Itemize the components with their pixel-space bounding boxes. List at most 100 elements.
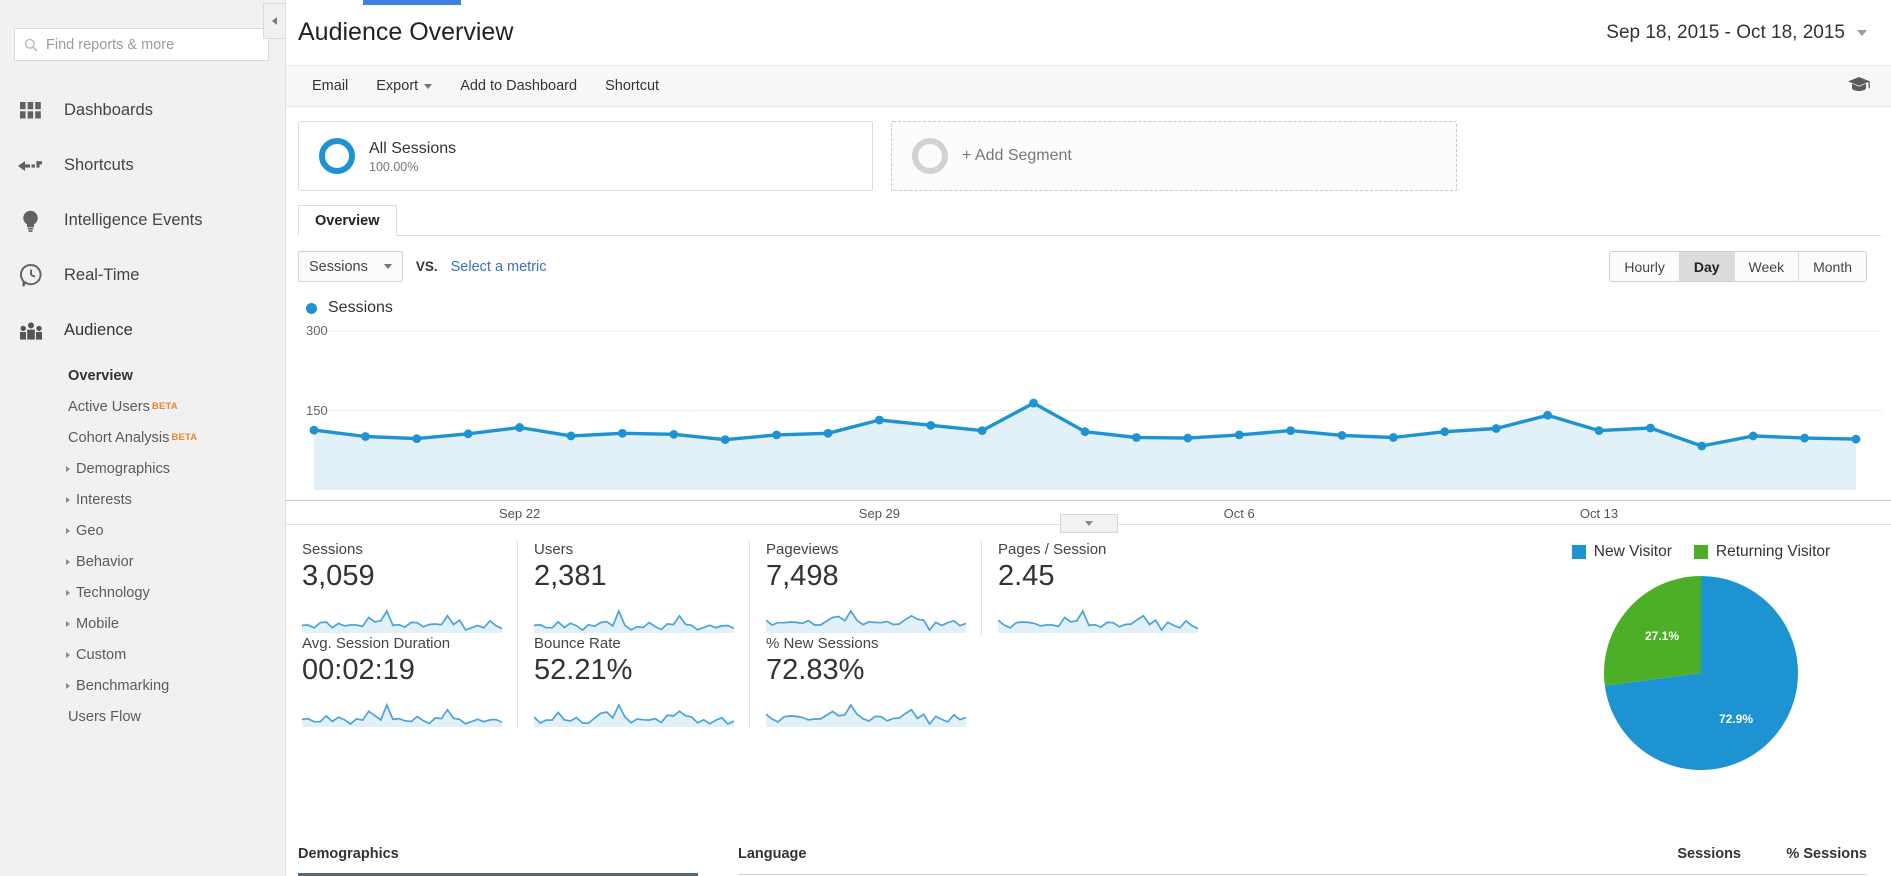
sidebar-item-technology[interactable]: Technology (0, 577, 285, 608)
sidebar-item-custom[interactable]: Custom (0, 639, 285, 670)
metric-label: Pageviews (766, 541, 839, 558)
granularity-month[interactable]: Month (1799, 252, 1866, 281)
metric-select-label: Sessions (309, 258, 368, 275)
sidebar-item-shortcuts[interactable]: Shortcuts (0, 138, 285, 193)
sidebar-item-audience[interactable]: Audience (0, 303, 285, 358)
shortcut-button[interactable]: Shortcut (591, 66, 673, 106)
page-header: Audience Overview Sep 18, 2015 - Oct 18,… (286, 0, 1891, 66)
sidebar-item-mobile[interactable]: Mobile (0, 608, 285, 639)
search-input[interactable] (46, 36, 259, 53)
graduation-cap-icon[interactable] (1847, 76, 1871, 97)
add-segment-label: + Add Segment (962, 147, 1072, 164)
granularity-week[interactable]: Week (1734, 252, 1800, 281)
sidebar-item-behavior[interactable]: Behavior (0, 546, 285, 577)
segment-bar: All Sessions 100.00% + Add Segment (286, 107, 1891, 191)
sidebar-item-geo[interactable]: Geo (0, 515, 285, 546)
metric-cards-row-2: Avg. Session Duration 00:02:19 Bounce Ra… (286, 635, 1491, 729)
date-range-label: Sep 18, 2015 - Oct 18, 2015 (1606, 21, 1845, 43)
sidebar-item-demographics[interactable]: Demographics (0, 453, 285, 484)
sidebar-item-cohort-analysis[interactable]: Cohort Analysis BETA (0, 422, 285, 453)
sidebar-item-users-flow[interactable]: Users Flow (0, 701, 285, 732)
sidebar-top-spacer (0, 0, 285, 10)
metric-card-pages-per-session[interactable]: Pages / Session 2.45 (982, 541, 1214, 635)
left-sidebar: Dashboards Shortcuts (0, 0, 286, 876)
arrow-left-dashed-icon (17, 159, 44, 173)
metric-select[interactable]: Sessions (298, 251, 403, 282)
chart-divider (286, 514, 1891, 533)
legend-label: New Visitor (1593, 543, 1672, 560)
chart-expand-button[interactable] (1059, 514, 1118, 533)
chevron-right-icon (66, 651, 70, 658)
pie-legend: New Visitor Returning Visitor (1511, 543, 1891, 561)
page-title: Audience Overview (298, 18, 514, 46)
metric-card-users[interactable]: Users 2,381 (518, 541, 750, 635)
sidebar-item-real-time[interactable]: Real-Time (0, 248, 285, 303)
people-icon (17, 321, 44, 340)
granularity-group: Hourly Day Week Month (1609, 251, 1867, 282)
metric-card-pageviews[interactable]: Pageviews 7,498 (750, 541, 982, 635)
chevron-down-icon (424, 83, 433, 89)
metric-value: 2,381 (534, 560, 607, 592)
metric-label: Sessions (302, 541, 363, 558)
sidebar-item-interests[interactable]: Interests (0, 484, 285, 515)
chevron-down-icon (1084, 521, 1093, 526)
report-tabs: Overview (298, 205, 1881, 236)
tab-overview[interactable]: Overview (298, 205, 397, 236)
select-a-metric-link[interactable]: Select a metric (451, 259, 547, 275)
sidebar-item-intelligence-events[interactable]: Intelligence Events (0, 193, 285, 248)
metric-card-sessions[interactable]: Sessions 3,059 (286, 541, 518, 635)
sparkline (302, 609, 502, 633)
dimension-header: Language (738, 846, 807, 862)
sessions-line-chart[interactable]: 300 150 (286, 323, 1891, 498)
metric-value: 52.21% (534, 654, 633, 686)
x-axis-tick: Oct 6 (1223, 506, 1255, 521)
metric-value: 7,498 (766, 560, 839, 592)
search-box[interactable] (14, 28, 269, 61)
sparkline (534, 608, 734, 633)
add-to-dashboard-button[interactable]: Add to Dashboard (446, 66, 591, 106)
sidebar-item-label: Dashboards (64, 101, 153, 119)
add-segment-button[interactable]: + Add Segment (891, 121, 1457, 191)
metric-selector-group: Sessions VS. Select a metric (298, 251, 547, 282)
demographics-tab-area[interactable]: Demographics (298, 832, 738, 876)
grid-icon (17, 102, 44, 119)
date-range-selector[interactable]: Sep 18, 2015 - Oct 18, 2015 (1606, 22, 1867, 44)
sub-item-label: Overview (68, 367, 133, 384)
y-axis-tick-150: 150 (306, 402, 328, 418)
metric-value: 3,059 (302, 560, 375, 592)
chevron-right-icon (66, 496, 70, 503)
email-button[interactable]: Email (298, 66, 362, 106)
granularity-day[interactable]: Day (1679, 252, 1735, 281)
pie-container: 72.9% 27.1% (1511, 573, 1891, 773)
granularity-hourly[interactable]: Hourly (1610, 252, 1680, 281)
table-divider (738, 874, 1867, 875)
chart-svg (309, 330, 1882, 490)
legend-label: Returning Visitor (1715, 543, 1831, 560)
sidebar-item-active-users[interactable]: Active Users BETA (0, 391, 285, 422)
legend-swatch (1693, 545, 1708, 559)
metric-card-bounce-rate[interactable]: Bounce Rate 52.21% (518, 635, 750, 729)
legend-dot-icon (306, 302, 317, 314)
segment-all-sessions[interactable]: All Sessions 100.00% (298, 121, 873, 191)
chevron-down-icon (1857, 29, 1867, 36)
export-button[interactable]: Export (362, 66, 446, 106)
sparkline (534, 703, 734, 727)
pie-label-new-visitor: 72.9% (1719, 712, 1754, 726)
x-axis-tick: Oct 13 (1579, 506, 1619, 521)
pie-legend-new-visitor: New Visitor (1571, 543, 1672, 561)
action-toolbar: Email Export Add to Dashboard Shortcut (286, 66, 1891, 107)
sub-item-label: Mobile (76, 615, 119, 632)
sidebar-item-benchmarking[interactable]: Benchmarking (0, 670, 285, 701)
primary-nav: Dashboards Shortcuts Intelligence Events… (0, 83, 285, 732)
sidebar-item-dashboards[interactable]: Dashboards (0, 83, 285, 138)
sidebar-item-label: Shortcuts (64, 156, 134, 174)
lightbulb-icon (17, 210, 44, 232)
visitor-type-pie-chart[interactable]: New Visitor Returning Visitor 72.9% 27.1… (1491, 541, 1891, 773)
metric-cards-row-1: Sessions 3,059 Users 2,381 Pageviews 7,4… (286, 541, 1491, 635)
add-segment-donut-icon (912, 138, 948, 174)
metric-card-avg-session-duration[interactable]: Avg. Session Duration 00:02:19 (286, 635, 518, 729)
metric-card-new-sessions[interactable]: % New Sessions 72.83% (750, 635, 982, 729)
sidebar-collapse-button[interactable] (263, 3, 285, 39)
sub-item-label: Interests (76, 491, 132, 508)
sidebar-item-overview[interactable]: Overview (0, 360, 285, 391)
